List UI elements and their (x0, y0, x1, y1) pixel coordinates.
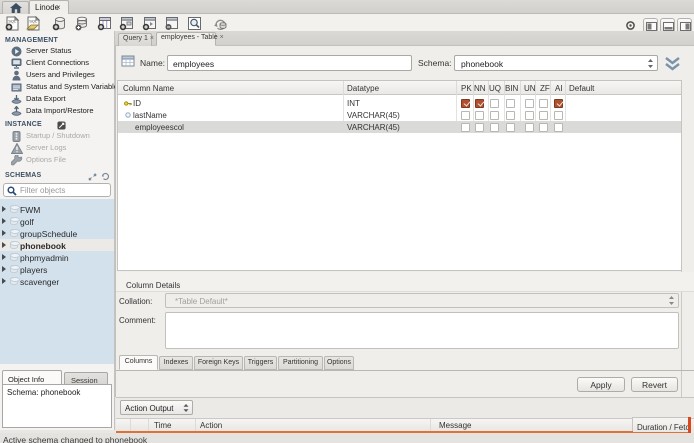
svg-text:SQL: SQL (29, 19, 38, 24)
svg-text:SQL: SQL (8, 19, 17, 24)
